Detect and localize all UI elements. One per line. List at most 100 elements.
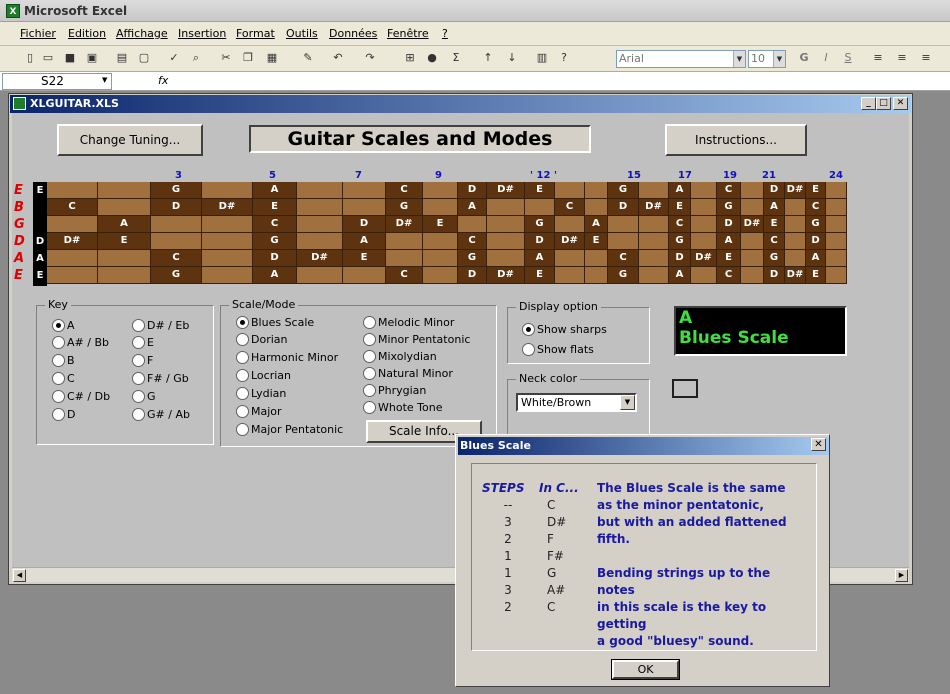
hyperlink-icon[interactable]: ⊞ (402, 50, 418, 66)
scale-option[interactable]: Blues Scale (236, 316, 314, 329)
ok-button[interactable]: OK (611, 659, 680, 680)
menu-donnees[interactable]: Données (329, 27, 377, 40)
key-option[interactable]: F (132, 354, 153, 367)
new-icon[interactable]: ▯ (22, 50, 38, 66)
scale-option[interactable]: Major Pentatonic (236, 423, 343, 436)
embedded-object[interactable] (672, 379, 698, 398)
key-option[interactable]: D# / Eb (132, 319, 189, 332)
fret-cell: G (806, 216, 826, 233)
print-icon[interactable]: ▤ (114, 50, 130, 66)
fret-cell (151, 233, 202, 250)
undo-icon[interactable]: ↶ (330, 50, 346, 66)
key-option[interactable]: G (132, 390, 156, 403)
close-button[interactable]: ✕ (893, 97, 908, 110)
underline-button[interactable]: S (840, 50, 856, 66)
fret-cell (691, 182, 717, 199)
fret-cell (585, 199, 608, 216)
fret-cell (202, 182, 253, 199)
menu-affichage[interactable]: Affichage (116, 27, 168, 40)
fret-cell (343, 182, 386, 199)
fret-cell (202, 267, 253, 284)
format-painter-icon[interactable]: ✎ (300, 50, 316, 66)
scale-option[interactable]: Phrygian (363, 384, 426, 397)
minimize-button[interactable]: _ (861, 97, 876, 110)
italic-button[interactable]: I (818, 50, 834, 66)
key-option[interactable]: B (52, 354, 75, 367)
show-flats-option[interactable]: Show flats (522, 343, 594, 356)
function-icon[interactable]: fx (158, 74, 168, 87)
show-sharps-option[interactable]: Show sharps (522, 323, 607, 336)
fret-cell (423, 233, 458, 250)
vertical-scrollbar[interactable] (909, 113, 911, 567)
fret-cell (741, 233, 764, 250)
spelling-icon[interactable]: ✓ (166, 50, 182, 66)
menu-help[interactable]: ? (442, 27, 448, 40)
autosum-icon[interactable]: Σ (448, 50, 464, 66)
align-right-icon[interactable]: ≡ (918, 50, 934, 66)
scale-option[interactable]: Mixolydian (363, 350, 437, 363)
close-icon[interactable]: ✕ (811, 438, 826, 451)
string-label: G (14, 217, 25, 232)
key-option[interactable]: F# / Gb (132, 372, 189, 385)
chevron-down-icon[interactable]: ▼ (102, 76, 107, 84)
fret-cell (691, 199, 717, 216)
menu-insertion[interactable]: Insertion (178, 27, 226, 40)
fret-cell (691, 267, 717, 284)
copy-icon[interactable]: ❐ (240, 50, 256, 66)
scale-option[interactable]: Major (236, 405, 282, 418)
menu-fichier[interactable]: Fichier (20, 27, 56, 40)
align-left-icon[interactable]: ≡ (870, 50, 886, 66)
font-name-select[interactable]: Arial ▼ (616, 50, 746, 68)
key-option[interactable]: G# / Ab (132, 408, 190, 421)
workbook-titlebar: XLGUITAR.XLS _ □ ✕ (10, 95, 911, 113)
fret-cell: E (423, 216, 458, 233)
scale-option[interactable]: Locrian (236, 369, 291, 382)
redo-icon[interactable]: ↷ (362, 50, 378, 66)
key-option[interactable]: C (52, 372, 75, 385)
research-icon[interactable]: ⌕ (188, 50, 204, 66)
scale-option[interactable]: Harmonic Minor (236, 351, 338, 364)
key-option[interactable]: A# / Bb (52, 336, 109, 349)
scale-option[interactable]: Melodic Minor (363, 316, 454, 329)
restore-button[interactable]: □ (876, 97, 891, 110)
font-size-select[interactable]: 10 ▼ (748, 50, 786, 68)
scale-option[interactable]: Lydian (236, 387, 286, 400)
key-option[interactable]: D (52, 408, 75, 421)
permission-icon[interactable]: ▣ (84, 50, 100, 66)
key-option[interactable]: C# / Db (52, 390, 110, 403)
save-icon[interactable]: ■ (62, 50, 78, 66)
align-center-icon[interactable]: ≡ (894, 50, 910, 66)
bold-button[interactable]: G (796, 50, 812, 66)
fret-cell: D (717, 216, 741, 233)
fret-cell: C (47, 199, 98, 216)
key-option[interactable]: A (52, 319, 75, 332)
instructions-button[interactable]: Instructions... (665, 124, 807, 156)
scale-option[interactable]: Natural Minor (363, 367, 453, 380)
scale-option[interactable]: Dorian (236, 333, 288, 346)
menu-outils[interactable]: Outils (286, 27, 318, 40)
key-option[interactable]: E (132, 336, 154, 349)
chart-wizard-icon[interactable]: ▥ (534, 50, 550, 66)
name-box[interactable]: S22 (2, 73, 112, 90)
preview-icon[interactable]: ▢ (136, 50, 152, 66)
scale-option[interactable]: Whote Tone (363, 401, 442, 414)
scale-option[interactable]: Minor Pentatonic (363, 333, 470, 346)
menu-format[interactable]: Format (236, 27, 275, 40)
scroll-left-icon[interactable]: ◀ (13, 569, 26, 582)
sort-asc-icon[interactable]: ↑ (480, 50, 496, 66)
cut-icon[interactable]: ✂ (218, 50, 234, 66)
web-icon[interactable]: ● (424, 50, 440, 66)
fret-marker: ' 12 ' (530, 170, 558, 181)
neck-color-select[interactable]: White/Brown ▼ (516, 393, 637, 412)
fret-cell: A (806, 250, 826, 267)
display-option-label: Display option (516, 300, 601, 313)
help-icon[interactable]: ? (556, 50, 572, 66)
menu-edition[interactable]: Edition (68, 27, 106, 40)
open-icon[interactable]: ▭ (40, 50, 56, 66)
menu-fenetre[interactable]: Fenêtre (387, 27, 429, 40)
paste-icon[interactable]: ▦ (264, 50, 280, 66)
scroll-right-icon[interactable]: ▶ (895, 569, 908, 582)
chevron-down-icon: ▼ (773, 51, 785, 67)
sort-desc-icon[interactable]: ↓ (504, 50, 520, 66)
change-tuning-button[interactable]: Change Tuning... (57, 124, 203, 156)
